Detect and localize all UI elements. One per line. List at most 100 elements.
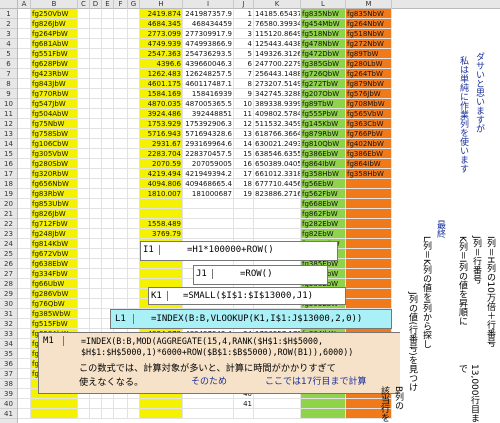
cell-H[interactable]: 4396.6 bbox=[140, 59, 183, 69]
row-header[interactable]: 19 bbox=[0, 189, 17, 199]
cell-D[interactable] bbox=[90, 319, 102, 329]
cell-B[interactable]: fg515FbW bbox=[31, 319, 78, 329]
cell-B[interactable]: fg106CbW bbox=[31, 139, 78, 149]
cell-K[interactable] bbox=[254, 229, 301, 239]
cell-F[interactable] bbox=[114, 169, 128, 179]
row-header[interactable]: 22 bbox=[0, 219, 17, 229]
cell-F[interactable] bbox=[114, 19, 128, 29]
cell-C[interactable] bbox=[78, 279, 90, 289]
cell-G[interactable] bbox=[128, 399, 140, 409]
cell-K[interactable]: 14185.65437 bbox=[254, 9, 301, 19]
cell-B[interactable]: fg264PbW bbox=[31, 29, 78, 39]
cell-G[interactable] bbox=[128, 109, 140, 119]
cell-M[interactable]: fg565VbW bbox=[346, 109, 392, 119]
cell-H[interactable]: 4749.939 bbox=[140, 39, 183, 49]
cell-G[interactable] bbox=[128, 259, 140, 269]
row-header[interactable]: 3 bbox=[0, 29, 17, 39]
column-header-H[interactable]: H bbox=[140, 0, 183, 9]
cell-B[interactable]: fg843JbW bbox=[31, 79, 78, 89]
cell-J[interactable]: 7 bbox=[234, 69, 254, 79]
cell-B[interactable]: fg681AbW bbox=[31, 39, 78, 49]
cell-G[interactable] bbox=[128, 139, 140, 149]
cell-L[interactable]: fg82EbW bbox=[301, 229, 346, 239]
cell-A[interactable] bbox=[18, 259, 31, 269]
cell-C[interactable] bbox=[78, 229, 90, 239]
row-header[interactable]: 41 bbox=[0, 409, 17, 419]
cell-F[interactable] bbox=[114, 99, 128, 109]
cell-J[interactable]: 11 bbox=[234, 109, 254, 119]
cell-M[interactable]: fg264NbW bbox=[346, 19, 392, 29]
cell-F[interactable] bbox=[114, 179, 128, 189]
cell-L[interactable]: fg518NbW bbox=[301, 29, 346, 39]
column-header-I[interactable]: I bbox=[183, 0, 234, 9]
cell-E[interactable] bbox=[102, 259, 114, 269]
cell-C[interactable] bbox=[78, 309, 90, 319]
cell-K[interactable]: 677710.4456 bbox=[254, 179, 301, 189]
cell-B[interactable]: fg638EbW bbox=[31, 259, 78, 269]
cell-B[interactable]: fg826JbW bbox=[31, 209, 78, 219]
cell-E[interactable] bbox=[102, 249, 114, 259]
cell-F[interactable] bbox=[114, 29, 128, 39]
cell-I[interactable]: 439660046.3 bbox=[183, 59, 234, 69]
cell-D[interactable] bbox=[90, 49, 102, 59]
cell-L[interactable]: fg726QbW bbox=[301, 69, 346, 79]
row-header[interactable]: 9 bbox=[0, 89, 17, 99]
cell-L[interactable]: fg386EbW bbox=[301, 149, 346, 159]
cell-H[interactable]: 1558.489 bbox=[140, 219, 183, 229]
cell-F[interactable] bbox=[114, 69, 128, 79]
cell-J[interactable]: 16 bbox=[234, 159, 254, 169]
cell-C[interactable] bbox=[78, 299, 90, 309]
cell-H[interactable]: 4219.494 bbox=[140, 169, 183, 179]
cell-M[interactable]: fg363CbW bbox=[346, 119, 392, 129]
cell-L[interactable]: fg555PbW bbox=[301, 109, 346, 119]
cell-K[interactable]: 115120.8649 bbox=[254, 29, 301, 39]
column-header-L[interactable]: L bbox=[301, 0, 346, 9]
cell-A[interactable] bbox=[18, 99, 31, 109]
cell-J[interactable]: 2 bbox=[234, 19, 254, 29]
cell-G[interactable] bbox=[128, 289, 140, 299]
cell-F[interactable] bbox=[114, 409, 128, 419]
cell-K[interactable]: 149326.3126 bbox=[254, 49, 301, 59]
cell-J[interactable]: 8 bbox=[234, 79, 254, 89]
row-header[interactable]: 39 bbox=[0, 389, 17, 399]
cell-E[interactable] bbox=[102, 299, 114, 309]
cell-F[interactable] bbox=[114, 189, 128, 199]
cell-E[interactable] bbox=[102, 229, 114, 239]
cell-M[interactable]: fg708MbW bbox=[346, 99, 392, 109]
cell-C[interactable] bbox=[78, 49, 90, 59]
cell-K[interactable]: 273207.5149 bbox=[254, 79, 301, 89]
cell-B[interactable]: fg83RbW bbox=[31, 189, 78, 199]
row-header[interactable]: 17 bbox=[0, 169, 17, 179]
cell-K[interactable]: 511532.3459 bbox=[254, 119, 301, 129]
cell-I[interactable]: 293169964.6 bbox=[183, 139, 234, 149]
cell-K[interactable] bbox=[254, 219, 301, 229]
cell-F[interactable] bbox=[114, 399, 128, 409]
cell-E[interactable] bbox=[102, 99, 114, 109]
cell-B[interactable]: fg66UbW bbox=[31, 279, 78, 289]
cell-H[interactable]: 2283.704 bbox=[140, 149, 183, 159]
cell-G[interactable] bbox=[128, 59, 140, 69]
cell-D[interactable] bbox=[90, 109, 102, 119]
cell-A[interactable] bbox=[18, 299, 31, 309]
cell-K[interactable]: 125443.4438 bbox=[254, 39, 301, 49]
cell-D[interactable] bbox=[90, 99, 102, 109]
cell-D[interactable] bbox=[90, 309, 102, 319]
cell-M[interactable]: fg518NbW bbox=[346, 29, 392, 39]
cell-A[interactable] bbox=[18, 129, 31, 139]
row-header[interactable]: 34 bbox=[0, 339, 17, 349]
cell-K[interactable]: 389338.9399 bbox=[254, 99, 301, 109]
cell-J[interactable]: 12 bbox=[234, 119, 254, 129]
cell-M[interactable]: fg879NbW bbox=[346, 79, 392, 89]
cell-L[interactable]: fg89TbW bbox=[301, 99, 346, 109]
cell-C[interactable] bbox=[78, 129, 90, 139]
cell-A[interactable] bbox=[18, 249, 31, 259]
cell-F[interactable] bbox=[114, 269, 128, 279]
cell-A[interactable] bbox=[18, 399, 31, 409]
cell-J[interactable] bbox=[234, 409, 254, 419]
cell-D[interactable] bbox=[90, 189, 102, 199]
cell-I[interactable]: 460117487.1 bbox=[183, 79, 234, 89]
cell-A[interactable] bbox=[18, 329, 31, 339]
cell-E[interactable] bbox=[102, 79, 114, 89]
cell-E[interactable] bbox=[102, 289, 114, 299]
cell-M[interactable] bbox=[346, 279, 392, 289]
